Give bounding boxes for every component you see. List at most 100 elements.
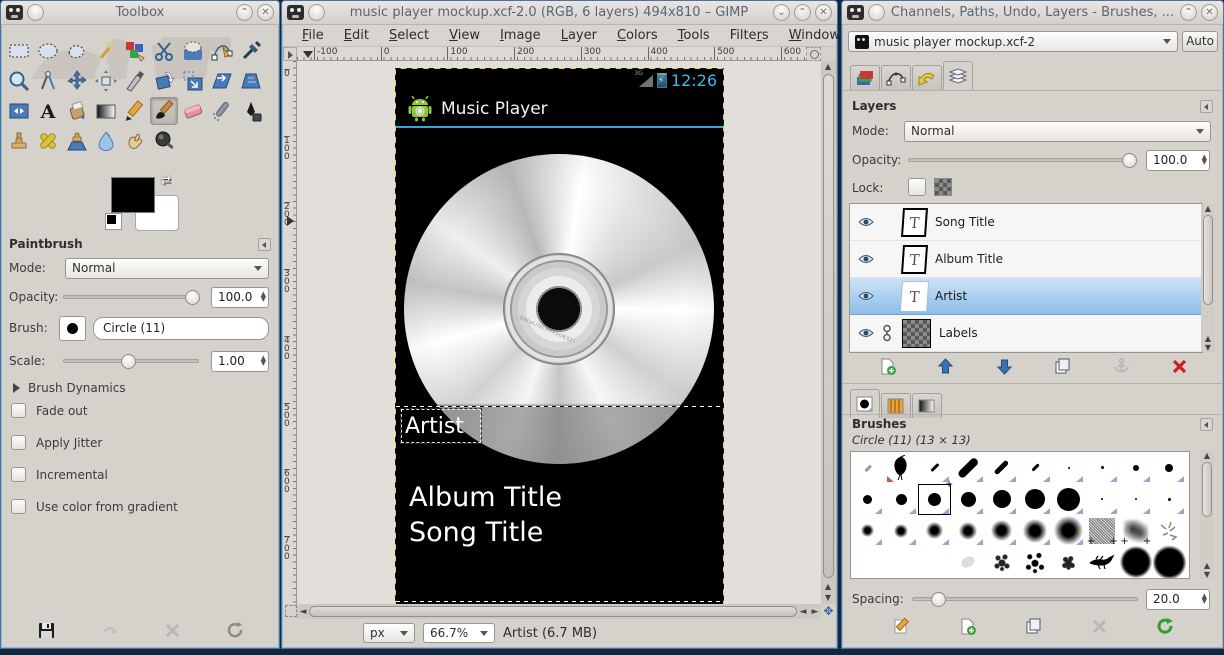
collapse-panel-button[interactable] (258, 238, 271, 251)
menu-file[interactable]: File (293, 26, 333, 45)
quickmask-toggle[interactable] (285, 605, 297, 617)
tool-bucket-fill[interactable] (63, 97, 91, 125)
brush-swatch[interactable] (885, 515, 918, 546)
brush-swatch[interactable] (1052, 484, 1085, 515)
brush-swatch[interactable] (952, 452, 985, 483)
collapse-panel-button[interactable] (1200, 100, 1213, 113)
tool-smudge[interactable] (121, 127, 149, 155)
toolbox-titlebar[interactable]: Toolbox ⌃ ✕ (1, 1, 279, 25)
tab-paths[interactable] (881, 65, 911, 90)
brush-swatch[interactable] (985, 452, 1018, 483)
brush-dynamics-expander[interactable]: Brush Dynamics (28, 381, 126, 395)
brush-swatch[interactable] (1153, 452, 1186, 483)
close-button[interactable]: ✕ (815, 4, 832, 21)
menu-image[interactable]: Image (491, 26, 550, 45)
reset-options-button[interactable] (226, 621, 245, 640)
opacity-spinner[interactable]: 100.0▲▼ (211, 287, 269, 308)
tool-measure[interactable] (34, 67, 62, 95)
visibility-eye-icon[interactable] (858, 216, 874, 228)
tool-color-picker[interactable] (237, 37, 265, 65)
tool-select-by-color[interactable] (121, 37, 149, 65)
chain-slot[interactable] (882, 324, 894, 342)
tool-foreground-select[interactable] (179, 37, 207, 65)
duplicate-brush-button[interactable] (1024, 617, 1043, 636)
tab-channels[interactable] (850, 65, 880, 90)
image-titlebar[interactable]: music player mockup.xcf-2.0 (RGB, 6 laye… (282, 1, 837, 25)
brush-swatch[interactable] (1052, 515, 1085, 546)
brush-swatch[interactable] (1119, 452, 1152, 483)
tool-ellipse-select[interactable] (34, 37, 62, 65)
layer-opacity-spinner[interactable]: 100.0▲▼ (1146, 150, 1210, 171)
layer-mode-dropdown[interactable]: Normal (904, 121, 1211, 142)
canvas[interactable]: 3G 12:26 (297, 61, 821, 604)
tab-layers[interactable] (943, 61, 973, 90)
menu-view[interactable]: View (440, 26, 489, 45)
tool-text[interactable]: A (34, 97, 62, 125)
tool-blend[interactable] (92, 97, 120, 125)
visibility-eye-icon[interactable] (858, 327, 874, 339)
tool-scale[interactable] (179, 67, 207, 95)
layer-row[interactable]: TSong Title (850, 204, 1202, 241)
brush-swatch[interactable] (1153, 547, 1186, 578)
tool-paths[interactable] (208, 37, 236, 65)
layer-row[interactable]: Labels (850, 315, 1202, 352)
tool-blur[interactable] (92, 127, 120, 155)
brush-swatch[interactable] (1019, 547, 1052, 578)
layer-list-scrollbar[interactable]: ▲ ▲ ▼ (1201, 204, 1215, 352)
tool-flip[interactable] (5, 97, 33, 125)
brush-swatch[interactable] (885, 484, 918, 515)
spacing-spinner[interactable]: 20.0▲▼ (1146, 589, 1210, 610)
shade-button[interactable]: ⌃ (236, 4, 253, 21)
brush-preview-button[interactable] (59, 316, 86, 341)
layer-opacity-slider[interactable] (908, 158, 1136, 162)
horizontal-ruler[interactable]: -1000100200300400500600 (297, 47, 806, 61)
brush-swatch[interactable] (1086, 484, 1119, 515)
tool-fuzzy-select[interactable] (92, 37, 120, 65)
vertical-scrollbar[interactable]: ▲ ▲ ▼ (821, 61, 836, 604)
brush-swatch[interactable] (952, 484, 985, 515)
close-button[interactable]: ✕ (257, 4, 274, 21)
delete-layer-button[interactable] (1170, 357, 1189, 376)
tool-ink[interactable] (237, 97, 265, 125)
brush-swatch[interactable] (985, 547, 1018, 578)
brush-swatch-selected[interactable]: + (918, 484, 951, 515)
tool-scissors[interactable] (150, 37, 178, 65)
unit-dropdown[interactable]: px (363, 623, 415, 643)
tool-align[interactable] (92, 67, 120, 95)
visibility-eye-icon[interactable] (858, 290, 874, 302)
dock-titlebar[interactable]: Channels, Paths, Undo, Layers - Brushes,… (842, 1, 1223, 25)
tool-free-select[interactable] (63, 37, 91, 65)
brush-swatch[interactable] (1119, 484, 1152, 515)
visibility-eye-icon[interactable] (858, 253, 874, 265)
paint-mode-dropdown[interactable]: Normal (65, 258, 269, 279)
menu-edit[interactable]: Edit (335, 26, 378, 45)
menu-colors[interactable]: Colors (608, 26, 667, 45)
tool-crop[interactable] (121, 67, 149, 95)
tool-rect-select[interactable] (5, 37, 33, 65)
brush-swatch[interactable] (1052, 547, 1085, 578)
brush-swatch[interactable] (1019, 484, 1052, 515)
brush-swatch[interactable] (885, 452, 918, 483)
tool-paintbrush[interactable] (150, 97, 178, 125)
image-selection-dropdown[interactable]: music player mockup.xcf-2 (848, 31, 1178, 52)
tool-move[interactable] (63, 67, 91, 95)
brush-swatch[interactable] (851, 547, 884, 578)
default-colors-button[interactable] (105, 213, 122, 230)
menu-filters[interactable]: Filters (721, 26, 778, 45)
close-button[interactable]: ✕ (1201, 4, 1218, 21)
minimize-button[interactable]: ⌄ (773, 4, 790, 21)
tool-zoom[interactable] (5, 67, 33, 95)
checkbox-apply-jitter[interactable] (11, 435, 26, 450)
zoom-follow-window-toggle[interactable] (806, 47, 821, 61)
brush-swatch[interactable] (1019, 452, 1052, 483)
brush-swatch[interactable] (952, 515, 985, 546)
tool-airbrush[interactable] (208, 97, 236, 125)
brush-swatch[interactable] (1119, 547, 1152, 578)
auto-follow-button[interactable]: Auto (1182, 31, 1218, 52)
tool-rotate[interactable] (150, 67, 178, 95)
brush-swatch[interactable]: ++ (1086, 515, 1119, 546)
horizontal-scrollbar[interactable]: ◄ ◄ ► (297, 604, 821, 619)
menu-select[interactable]: Select (380, 26, 438, 45)
brush-swatch[interactable] (885, 547, 918, 578)
duplicate-layer-button[interactable] (1053, 357, 1072, 376)
